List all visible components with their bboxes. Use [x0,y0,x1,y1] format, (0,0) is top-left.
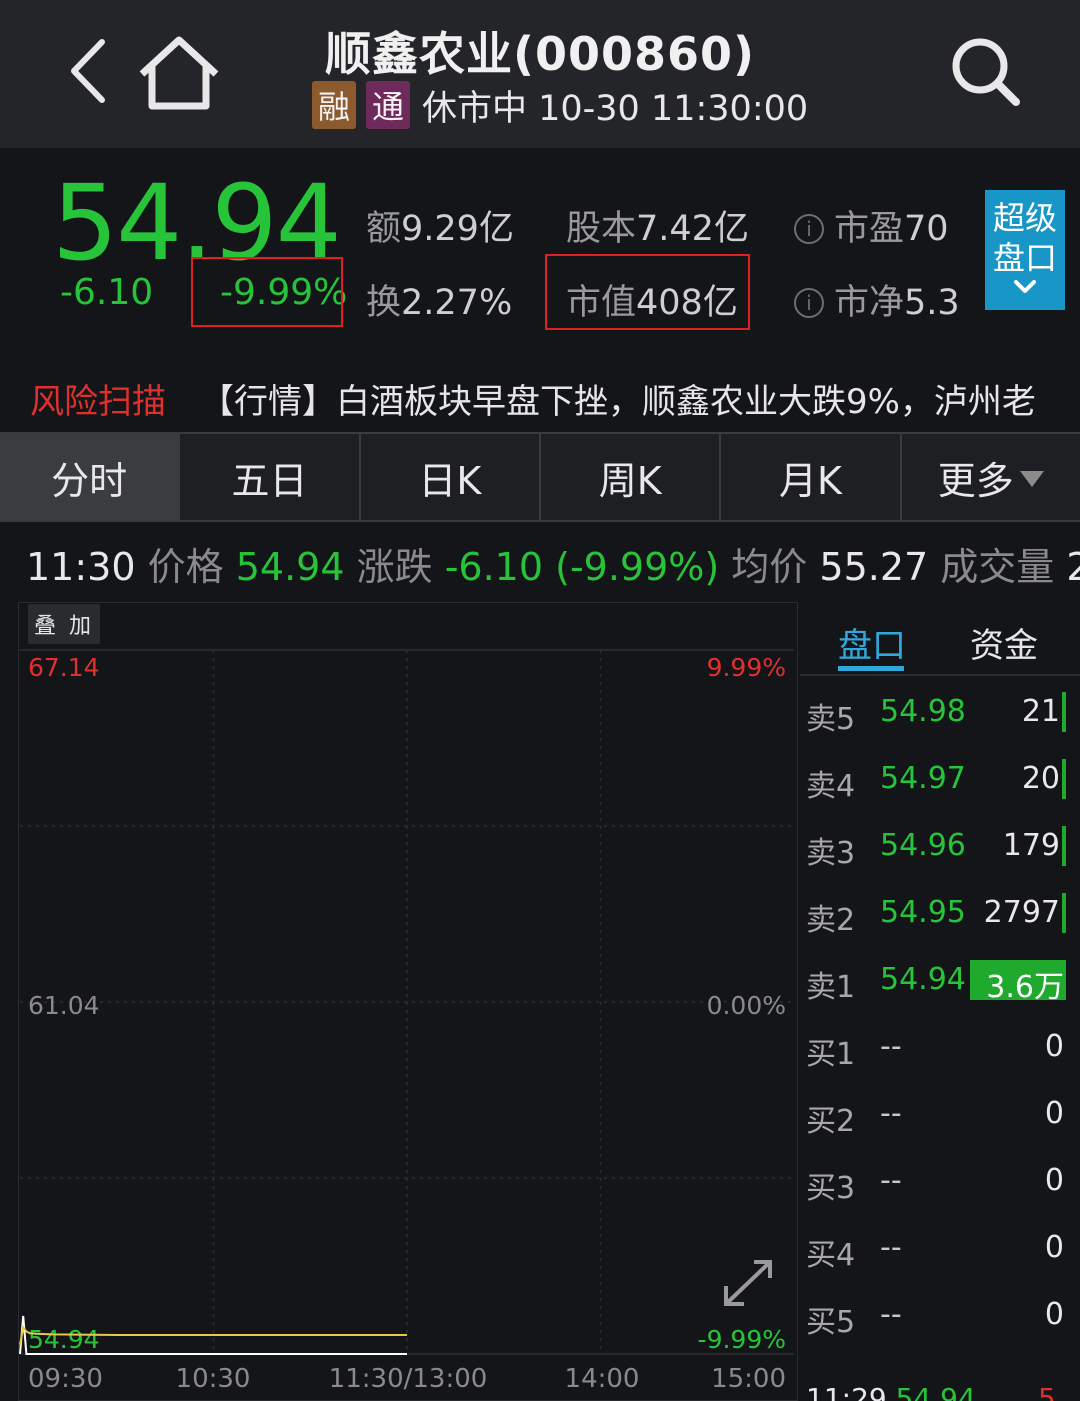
x-axis-tick-label: 10:30 [176,1364,251,1394]
chevron-down-icon [1014,280,1036,293]
tab-more[interactable]: 更多 [902,434,1080,520]
overlay-button[interactable]: 叠 加 [28,604,100,644]
search-icon[interactable] [944,32,1026,110]
order-volume: 0 [1044,1163,1064,1198]
order-book-row[interactable]: 买5 -- 0 [800,1283,1080,1349]
highlight-box-percent [191,257,343,327]
status-row: 融 通 休市中 10-30 11:30:00 [312,80,808,130]
order-book: 盘口 资金 卖5 54.98 21 卖4 54.97 20 卖3 54.96 179 卖2 54.9… [800,602,1080,1401]
news-ticker[interactable]: 风险扫描 【行情】白酒板块早盘下挫，顺鑫农业大跌9%，泸州老 [0,360,1080,430]
info-icon: i [794,288,824,318]
pe-stat[interactable]: i 市盈70 [794,200,949,251]
tab-five-day[interactable]: 五日 [180,434,361,520]
order-volume: 0 [1044,1096,1064,1131]
order-volume: 179 [1002,828,1060,863]
order-book-row[interactable]: 卖2 54.95 2797 [800,881,1080,947]
order-book-row[interactable]: 卖1 54.94 3.6万 [800,948,1080,1014]
order-book-tabs: 盘口 资金 [800,602,1080,676]
x-axis-tick-label: 11:30/13:00 [329,1364,488,1394]
order-level-label: 卖2 [806,903,856,938]
order-price: 54.95 [880,895,966,930]
order-level-label: 卖5 [806,702,856,737]
order-level-label: 买2 [806,1104,856,1139]
order-book-row[interactable]: 卖3 54.96 179 [800,814,1080,880]
order-level-label: 买1 [806,1037,856,1072]
stock-title: 顺鑫农业(000860) [324,27,756,81]
order-level-label: 卖3 [806,836,856,871]
order-price: -- [880,1096,902,1131]
order-volume: 20 [1021,761,1060,796]
info-icon: i [794,214,824,244]
volume-bar [1062,893,1066,933]
market-status: 休市中 10-30 11:30:00 [422,88,809,129]
active-tab-indicator [838,666,904,671]
tab-order-book[interactable]: 盘口 [838,618,906,667]
y-axis-tick-label: -9.99% [698,1325,786,1354]
x-axis-tick-label: 15:00 [711,1364,786,1394]
price-change: -6.10 [60,272,154,313]
top-bar: 顺鑫农业(000860) 融 通 休市中 10-30 11:30:00 [0,0,1080,148]
y-axis-tick-label: 67.14 [28,653,100,682]
order-book-row[interactable]: 买4 -- 0 [800,1216,1080,1282]
super-orderbook-button[interactable]: 超级 盘口 [985,190,1065,310]
dropdown-triangle-icon [1019,471,1044,487]
connect-tag: 通 [366,81,410,129]
order-level-label: 买5 [806,1305,856,1340]
tab-daily-k[interactable]: 日K [361,434,541,520]
order-price: 54.94 [880,962,966,997]
order-book-row[interactable]: 买2 -- 0 [800,1082,1080,1148]
pb-stat[interactable]: i 市净5.3 [794,274,960,325]
order-price: 54.98 [880,694,966,729]
volume-bar [1062,826,1066,866]
order-volume: 3.6万 [986,970,1064,1005]
tab-capital-flow[interactable]: 资金 [970,618,1038,667]
y-axis-tick-label: 0.00% [707,991,786,1020]
y-axis-tick-label: 9.99% [707,653,786,682]
order-price: -- [880,1230,902,1265]
period-tabs: 分时 五日 日K 周K 月K 更多 [0,432,1080,522]
order-level-label: 卖4 [806,769,856,804]
margin-tag: 融 [312,81,356,129]
tab-monthly-k[interactable]: 月K [721,434,902,520]
order-price: -- [880,1297,902,1332]
order-volume: 21 [1021,694,1060,729]
turnover-stat: 换2.27% [366,283,513,323]
x-axis-tick-label: 14:00 [565,1364,640,1394]
order-volume: 0 [1044,1029,1064,1064]
order-book-row[interactable]: 卖4 54.97 20 [800,747,1080,813]
highlight-box-market-cap [545,254,750,330]
order-price: 54.96 [880,828,966,863]
order-volume: 0 [1044,1230,1064,1265]
latest-trade: 11:29 54.94 5 [806,1382,1056,1401]
intraday-info-line: 11:30 价格 54.94 涨跌 -6.10 (-9.99%) 均价 55.2… [26,545,1080,589]
y-axis-tick-label: 54.94 [28,1325,100,1354]
order-volume: 2797 [983,895,1060,930]
expand-icon[interactable] [718,1256,780,1312]
risk-scan-label[interactable]: 风险扫描 [30,374,166,423]
volume-bar [1062,759,1066,799]
tab-weekly-k[interactable]: 周K [541,434,722,520]
share-capital-stat: 股本7.42亿 [566,209,749,249]
order-price: -- [880,1029,902,1064]
order-book-row[interactable]: 买3 -- 0 [800,1149,1080,1215]
volume-bar [1062,692,1066,732]
x-axis-tick-label: 09:30 [28,1364,103,1394]
y-axis-tick-label: 61.04 [28,991,100,1020]
amount-stat: 额9.29亿 [366,209,514,249]
order-level-label: 卖1 [806,970,856,1005]
home-icon[interactable] [136,34,222,112]
order-level-label: 买3 [806,1171,856,1206]
order-level-label: 买4 [806,1238,856,1273]
intraday-chart[interactable]: 67.14 61.04 54.94 9.99% 0.00% -9.99% 09:30 10:3… [18,602,798,1401]
news-headline[interactable]: 【行情】白酒板块早盘下挫，顺鑫农业大跌9%，泸州老 [200,374,1036,423]
order-price: 54.97 [880,761,966,796]
chart-frame [18,602,798,1401]
back-arrow-icon[interactable] [62,36,118,106]
order-volume: 0 [1044,1297,1064,1332]
order-price: -- [880,1163,902,1198]
order-book-row[interactable]: 买1 -- 0 [800,1015,1080,1081]
tab-intraday[interactable]: 分时 [0,434,181,520]
order-book-row[interactable]: 卖5 54.98 21 [800,680,1080,746]
